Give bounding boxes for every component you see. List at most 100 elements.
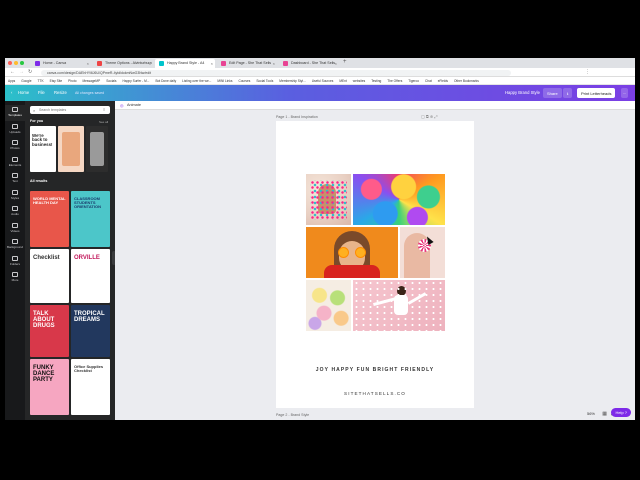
browser-tab[interactable]: Home - Canva × bbox=[31, 59, 91, 68]
bookmark-item[interactable]: MessageMP bbox=[83, 79, 101, 83]
search-placeholder: Search templates bbox=[39, 108, 67, 112]
bookmark-item[interactable]: Testing bbox=[371, 79, 381, 83]
template-thumbnail[interactable]: TROPICAL DREAMS bbox=[71, 305, 110, 357]
see-all-link[interactable]: See all bbox=[99, 120, 108, 124]
rail-item-label: Elements bbox=[8, 162, 22, 167]
bookmark-item[interactable]: Apps bbox=[8, 79, 15, 83]
photo-lollipop[interactable] bbox=[400, 227, 445, 278]
maximize-window-icon[interactable] bbox=[20, 61, 24, 65]
bookmark-item[interactable]: Social Tools bbox=[256, 79, 273, 83]
reload-icon[interactable]: ↻ bbox=[28, 69, 32, 75]
template-title: Checklist bbox=[33, 255, 60, 261]
filter-icon[interactable]: ≡ bbox=[103, 107, 105, 112]
bookmark-item[interactable]: The Offers bbox=[387, 79, 402, 83]
back-icon[interactable]: ← bbox=[10, 69, 15, 75]
bookmark-item[interactable]: websites bbox=[353, 79, 365, 83]
zoom-level[interactable]: 56% bbox=[587, 411, 595, 416]
design-title[interactable]: Happy Brand Style bbox=[505, 90, 540, 95]
animate-button[interactable]: Animate bbox=[127, 103, 141, 107]
rail-item-background[interactable]: Background bbox=[5, 237, 25, 253]
bookmark-item[interactable]: Courses bbox=[238, 79, 250, 83]
for-you-template-thumbnail[interactable]: We're back to business! bbox=[30, 126, 56, 172]
share-button[interactable]: Share bbox=[543, 88, 562, 98]
rail-item-templates[interactable]: Templates bbox=[5, 105, 25, 121]
print-letterheads-button[interactable]: Print Letterheads bbox=[577, 88, 616, 98]
bookmark-item[interactable]: Socials bbox=[106, 79, 116, 83]
rail-item-videos[interactable]: Videos bbox=[5, 221, 25, 237]
tab-close-icon[interactable]: × bbox=[335, 61, 337, 66]
bookmark-item[interactable]: TTK bbox=[38, 79, 44, 83]
photo-umbrellas[interactable] bbox=[353, 174, 445, 225]
download-icon[interactable]: ⭳ bbox=[563, 88, 573, 98]
forward-icon[interactable]: → bbox=[19, 69, 24, 75]
rail-item-audio[interactable]: Audio bbox=[5, 204, 25, 220]
bookmark-item[interactable]: Useful Sources bbox=[312, 79, 334, 83]
template-thumbnail[interactable]: ORVILLE bbox=[71, 249, 110, 303]
photo-sprinkles-woman[interactable] bbox=[306, 174, 351, 225]
rail-item-elements[interactable]: Elements bbox=[5, 155, 25, 171]
bookmark-item[interactable]: eFields bbox=[438, 79, 448, 83]
bookmark-item[interactable]: Google bbox=[21, 79, 31, 83]
rail-item-photos[interactable]: Photos bbox=[5, 138, 25, 154]
template-thumbnail[interactable]: Checklist bbox=[30, 249, 69, 303]
template-thumbnail[interactable]: WORLD MENTAL HEALTH DAY bbox=[30, 191, 69, 247]
photo-macarons[interactable] bbox=[306, 280, 351, 331]
home-link[interactable]: Home bbox=[18, 90, 29, 95]
help-button[interactable]: Help ? bbox=[611, 408, 631, 417]
bookmark-item[interactable]: Tigeroo bbox=[408, 79, 419, 83]
bookmark-item[interactable]: Membership Styl... bbox=[279, 79, 305, 83]
rail-item-uploads[interactable]: Uploads bbox=[5, 122, 25, 138]
template-thumbnail[interactable]: Office Supplies Checklist bbox=[71, 359, 110, 415]
tab-close-icon[interactable]: × bbox=[211, 61, 213, 66]
photos-icon bbox=[12, 140, 18, 145]
browser-tab[interactable]: Edit Page - She That Sells × bbox=[217, 59, 277, 68]
uploads-icon bbox=[12, 123, 18, 129]
tab-close-icon[interactable]: × bbox=[149, 61, 151, 66]
back-chevron-icon[interactable]: ‹ bbox=[11, 90, 12, 95]
rail-item-folders[interactable]: Folders bbox=[5, 254, 25, 270]
new-tab-button[interactable]: + bbox=[343, 59, 347, 65]
tab-label: Happy Brand Style - A4 bbox=[167, 61, 205, 65]
url-field[interactable]: canva.com/design/DAEhHYi6J6U/QPmeR-4ytdl… bbox=[41, 69, 511, 76]
page-1[interactable]: JOY HAPPY FUN BRIGHT FRIENDLY SITETHATSE… bbox=[276, 121, 474, 408]
search-input[interactable]: ⌕ Search templates bbox=[30, 106, 110, 114]
bookmark-item[interactable]: MEnt bbox=[339, 79, 346, 83]
page-actions-icons[interactable]: ▢ ⧉ ⊕ ⤢ bbox=[421, 114, 438, 119]
bookmark-item[interactable]: Listing over the we... bbox=[182, 79, 211, 83]
bookmark-item[interactable]: Chat bbox=[425, 79, 432, 83]
extensions-icon[interactable]: ⋮ bbox=[585, 69, 590, 75]
for-you-template-thumbnail[interactable] bbox=[58, 126, 84, 172]
for-you-template-thumbnail[interactable] bbox=[86, 126, 108, 172]
bookmark-item[interactable]: Other Bookmarks bbox=[454, 79, 479, 83]
all-results-heading: All results bbox=[30, 179, 48, 183]
videos-icon bbox=[12, 222, 18, 228]
brand-tagline[interactable]: JOY HAPPY FUN BRIGHT FRIENDLY bbox=[276, 367, 474, 373]
bookmark-item[interactable]: Bot Done daily bbox=[155, 79, 176, 83]
templates-icon bbox=[12, 107, 18, 112]
template-thumbnail[interactable]: TALK ABOUT DRUGS bbox=[30, 305, 69, 357]
bookmark-item[interactable]: MINI Links bbox=[217, 79, 232, 83]
rail-item-styles[interactable]: Styles bbox=[5, 188, 25, 204]
template-thumbnail[interactable]: FUNKY DANCE PARTY bbox=[30, 359, 69, 415]
minimize-window-icon[interactable] bbox=[14, 61, 18, 65]
browser-tab[interactable]: Happy Brand Style - A4 × bbox=[155, 59, 215, 68]
close-window-icon[interactable] bbox=[8, 61, 12, 65]
photo-confetti-woman[interactable] bbox=[353, 280, 445, 331]
rail-item-more[interactable]: More bbox=[5, 270, 25, 286]
more-options-button[interactable]: ... bbox=[621, 88, 629, 98]
rail-item-text[interactable]: Text bbox=[5, 171, 25, 187]
resize-menu[interactable]: Resize bbox=[54, 90, 67, 95]
grid-view-icon[interactable]: ▦ bbox=[602, 411, 607, 417]
tab-favicon-icon bbox=[97, 61, 102, 66]
bookmark-item[interactable]: Photo bbox=[68, 79, 76, 83]
bookmark-item[interactable]: Happy Surfer - M... bbox=[123, 79, 150, 83]
template-thumbnail[interactable]: CLASSROOM STUDENTS ORIENTATION bbox=[71, 191, 110, 247]
bookmark-item[interactable]: Etsy Site bbox=[50, 79, 63, 83]
photo-orange-eyes-woman[interactable] bbox=[306, 227, 398, 278]
tab-close-icon[interactable]: × bbox=[273, 61, 275, 66]
brand-website[interactable]: SITETHATSELLS.CO bbox=[276, 391, 474, 396]
file-menu[interactable]: File bbox=[38, 90, 45, 95]
tab-close-icon[interactable]: × bbox=[87, 61, 89, 66]
browser-tab[interactable]: Dashboard - She That Sells × bbox=[279, 59, 339, 68]
browser-tab[interactable]: Theme Options - Alvinturburn × bbox=[93, 59, 153, 68]
